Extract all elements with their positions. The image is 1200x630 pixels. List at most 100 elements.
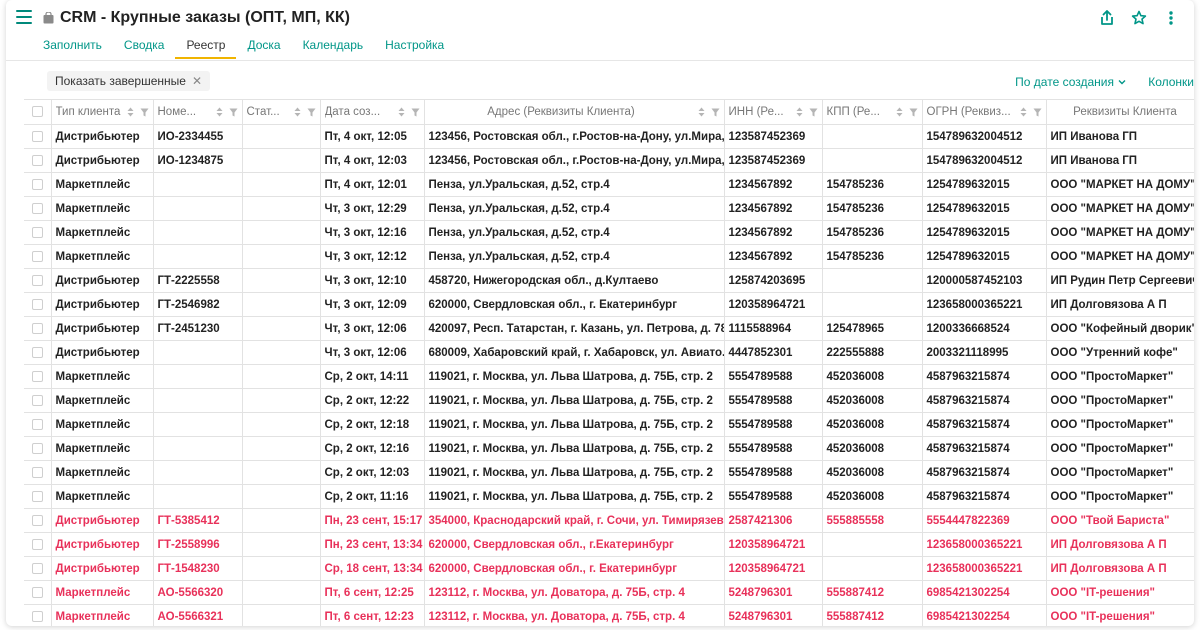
client-type-cell: Дистрибьютер — [51, 124, 154, 149]
inn-cell: 120358964721 — [724, 556, 823, 581]
table-row[interactable]: Дистрибьютер ГТ-2451230 Чт, 3 окт, 12:06 42… — [24, 316, 1194, 341]
tab-1[interactable]: Сводка — [113, 31, 176, 59]
registry-table-container[interactable]: Тип клиента Номе... Стат... Дата соз... Адре… — [24, 99, 1194, 626]
row-checkbox[interactable] — [31, 130, 43, 142]
sort-arrows-icon[interactable] — [216, 107, 223, 117]
sort-arrows-icon[interactable] — [796, 107, 803, 117]
table-row[interactable]: Маркетплейс Ср, 2 окт, 14:11 119021, г. Мо… — [24, 364, 1194, 389]
row-checkbox[interactable] — [31, 442, 43, 454]
select-all-cell — [24, 99, 52, 125]
row-checkbox[interactable] — [31, 610, 43, 622]
column-header[interactable]: Дата соз... — [320, 99, 425, 125]
table-row[interactable]: Маркетплейс Ср, 2 окт, 12:16 119021, г. Мо… — [24, 436, 1194, 461]
table-row[interactable]: Дистрибьютер ГТ-1548230 Ср, 18 сент, 13:34… — [24, 556, 1194, 581]
table-row[interactable]: Маркетплейс Ср, 2 окт, 11:16 119021, г. Мо… — [24, 484, 1194, 509]
table-row[interactable]: Маркетплейс АО-5566320 Пт, 6 сент, 12:25 12… — [24, 580, 1194, 605]
row-checkbox[interactable] — [31, 562, 43, 574]
column-header[interactable]: Стат... — [242, 99, 321, 125]
row-checkbox[interactable] — [31, 490, 43, 502]
table-row[interactable]: Маркетплейс Чт, 3 окт, 12:16 Пенза, ул.Ура… — [24, 220, 1194, 245]
tab-3[interactable]: Доска — [236, 31, 291, 59]
table-row[interactable]: Маркетплейс АО-5566321 Пт, 6 сент, 12:23 12… — [24, 604, 1194, 626]
kpp-cell: 154785236 — [822, 196, 923, 221]
address-cell: 119021, г. Москва, ул. Льва Шатрова, д. … — [424, 460, 725, 485]
column-header[interactable]: Реквизиты Клиента — [1046, 99, 1194, 125]
table-row[interactable]: Маркетплейс Ср, 2 окт, 12:18 119021, г. Мо… — [24, 412, 1194, 437]
tab-2[interactable]: Реестр — [175, 31, 237, 59]
sort-arrows-icon[interactable] — [398, 107, 405, 117]
row-checkbox[interactable] — [31, 418, 43, 430]
table-row[interactable]: Дистрибьютер Чт, 3 окт, 12:06 680009, Хаба… — [24, 340, 1194, 365]
tab-5[interactable]: Настройка — [374, 31, 455, 59]
table-row[interactable]: Дистрибьютер ГТ-2225558 Чт, 3 окт, 12:10 45… — [24, 268, 1194, 293]
show-completed-filter-chip[interactable]: Показать завершенные ✕ — [47, 71, 211, 91]
table-row[interactable]: Маркетплейс Ср, 2 окт, 12:22 119021, г. Мо… — [24, 388, 1194, 413]
column-header[interactable]: ОГРН (Реквиз... — [922, 99, 1047, 125]
column-header[interactable]: Адрес (Реквизиты Клиента) — [424, 99, 725, 125]
row-select-cell — [24, 604, 52, 626]
sort-arrows-icon[interactable] — [698, 107, 705, 117]
created-date-cell: Чт, 3 окт, 12:06 — [320, 316, 425, 341]
inn-cell: 125874203695 — [724, 268, 823, 293]
order-number-cell — [153, 196, 243, 221]
row-checkbox[interactable] — [31, 346, 43, 358]
table-row[interactable]: Маркетплейс Чт, 3 окт, 12:29 Пенза, ул.Ура… — [24, 196, 1194, 221]
row-checkbox[interactable] — [31, 466, 43, 478]
filter-icon[interactable] — [411, 108, 420, 117]
row-select-cell — [24, 388, 52, 413]
select-all-checkbox[interactable] — [31, 106, 43, 118]
row-checkbox[interactable] — [31, 514, 43, 526]
table-row[interactable]: Маркетплейс Ср, 2 окт, 12:03 119021, г. Мо… — [24, 460, 1194, 485]
row-checkbox[interactable] — [31, 226, 43, 238]
columns-button[interactable]: Колонки — [1148, 75, 1194, 89]
sort-arrows-icon[interactable] — [896, 107, 903, 117]
column-header[interactable]: КПП (Ре... — [822, 99, 923, 125]
star-icon[interactable] — [1130, 9, 1148, 27]
ogrn-cell: 4587963215874 — [922, 412, 1047, 437]
row-checkbox[interactable] — [31, 154, 43, 166]
close-icon[interactable]: ✕ — [192, 75, 202, 87]
table-row[interactable]: Дистрибьютер ИО-2334455 Пт, 4 окт, 12:05 12… — [24, 124, 1194, 149]
more-vertical-icon[interactable] — [1162, 9, 1180, 27]
filter-icon[interactable] — [1033, 108, 1042, 117]
ogrn-cell: 6985421302254 — [922, 580, 1047, 605]
row-checkbox[interactable] — [31, 370, 43, 382]
column-header[interactable]: Тип клиента — [51, 99, 154, 125]
row-checkbox[interactable] — [31, 274, 43, 286]
table-row[interactable]: Дистрибьютер ГТ-5385412 Пн, 23 сент, 15:17… — [24, 508, 1194, 533]
status-cell — [242, 556, 321, 581]
filter-icon[interactable] — [711, 108, 720, 117]
tab-0[interactable]: Заполнить — [32, 31, 113, 59]
filter-icon[interactable] — [140, 108, 149, 117]
row-checkbox[interactable] — [31, 394, 43, 406]
table-row[interactable]: Дистрибьютер ГТ-2546982 Чт, 3 окт, 12:09 62… — [24, 292, 1194, 317]
table-row[interactable]: Дистрибьютер ИО-1234875 Пт, 4 окт, 12:03 12… — [24, 148, 1194, 173]
filter-icon[interactable] — [229, 108, 238, 117]
table-row[interactable]: Маркетплейс Пт, 4 окт, 12:01 Пенза, ул.Ура… — [24, 172, 1194, 197]
column-header[interactable]: Номе... — [153, 99, 243, 125]
row-checkbox[interactable] — [31, 538, 43, 550]
row-checkbox[interactable] — [31, 202, 43, 214]
sort-arrows-icon[interactable] — [294, 107, 301, 117]
registry-table: Тип клиента Номе... Стат... Дата соз... Адре… — [24, 99, 1194, 626]
row-checkbox[interactable] — [31, 322, 43, 334]
column-header[interactable]: ИНН (Ре... — [724, 99, 823, 125]
address-cell: 119021, г. Москва, ул. Льва Шатрова, д. … — [424, 436, 725, 461]
hamburger-menu-icon[interactable] — [16, 10, 32, 24]
sort-dropdown[interactable]: По дате создания — [1015, 75, 1126, 89]
address-cell: 354000, Краснодарский край, г. Сочи, ул.… — [424, 508, 725, 533]
table-row[interactable]: Дистрибьютер ГТ-2558996 Пн, 23 сент, 13:34… — [24, 532, 1194, 557]
share-icon[interactable] — [1098, 9, 1116, 27]
row-checkbox[interactable] — [31, 178, 43, 190]
sort-arrows-icon[interactable] — [127, 107, 134, 117]
row-checkbox[interactable] — [31, 250, 43, 262]
row-checkbox[interactable] — [31, 586, 43, 598]
filter-icon[interactable] — [809, 108, 818, 117]
tab-4[interactable]: Календарь — [292, 31, 375, 59]
sort-arrows-icon[interactable] — [1020, 107, 1027, 117]
column-header-label: ИНН (Ре... — [728, 106, 784, 118]
row-checkbox[interactable] — [31, 298, 43, 310]
filter-icon[interactable] — [909, 108, 918, 117]
table-row[interactable]: Маркетплейс Чт, 3 окт, 12:12 Пенза, ул.Ура… — [24, 244, 1194, 269]
filter-icon[interactable] — [307, 108, 316, 117]
